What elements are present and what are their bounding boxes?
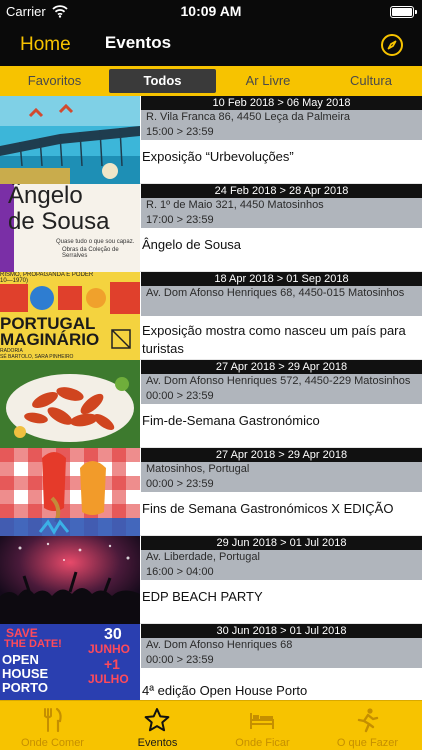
thumb-text: JULHO (88, 672, 129, 686)
tab-o-que-fazer[interactable]: O que Fazer (315, 701, 420, 750)
tab-label: Onde Comer (21, 737, 84, 749)
thumb-text: Obras da Coleção de Serralves (62, 247, 119, 259)
fork-knife-icon (44, 707, 62, 733)
event-dates: 18 Apr 2018 > 01 Sep 2018 (141, 272, 422, 286)
event-image (0, 360, 140, 448)
tab-onde-ficar[interactable]: Onde Ficar (210, 701, 315, 750)
event-image (0, 96, 140, 184)
navigation-bar: Home Eventos (0, 24, 422, 66)
event-row-urbevolucoes[interactable]: 10 Feb 2018 > 06 May 2018 R. Vila Franca… (0, 96, 422, 184)
thumb-text: +1 (104, 656, 120, 672)
event-image (0, 448, 140, 536)
event-address: Av. Dom Afonso Henriques 572, 4450-229 M… (141, 374, 422, 389)
event-image (0, 536, 140, 624)
thumb-text: de Sousa (8, 208, 110, 235)
category-tabs: Favoritos Todos Ar Livre Cultura (0, 66, 422, 96)
event-hours: 17:00 > 23:59 (141, 213, 422, 228)
bottom-tab-bar: Onde Comer Eventos Onde Ficar O que Faze… (0, 700, 422, 750)
event-title: EDP BEACH PARTY (142, 589, 263, 604)
event-dates: 10 Feb 2018 > 06 May 2018 (141, 96, 422, 110)
tab-cultura[interactable]: Cultura (320, 69, 422, 93)
star-icon (144, 708, 170, 732)
event-row-edp-beach-party[interactable]: 29 Jun 2018 > 01 Jul 2018 Av. Liberdade,… (0, 536, 422, 624)
event-title: Fim-de-Semana Gastronómico (142, 413, 320, 428)
event-dates: 29 Jun 2018 > 01 Jul 2018 (141, 536, 422, 550)
tab-eventos[interactable]: Eventos (105, 701, 210, 750)
event-row-open-house-porto[interactable]: SAVE THE DATE! OPEN HOUSE PORTO 30 JUNHO… (0, 624, 422, 700)
tab-onde-comer[interactable]: Onde Comer (0, 701, 105, 750)
thumb-text: MAGINÁRIO (0, 330, 100, 349)
thumb-text: JUNHO (88, 642, 131, 656)
event-row-angelo-de-sousa[interactable]: Ângelo de Sousa Quase tudo o que sou cap… (0, 184, 422, 272)
event-hours: 00:00 > 23:59 (141, 477, 422, 492)
event-row-fim-de-semana-gastronomico[interactable]: 27 Apr 2018 > 29 Apr 2018 Av. Dom Afonso… (0, 360, 422, 448)
thumb-text: OPEN (2, 652, 39, 667)
thumb-text: PORTO (2, 680, 48, 695)
event-hours: 00:00 > 23:59 (141, 389, 422, 404)
event-title: Fins de Semana Gastronómicos X EDIÇÃO (142, 501, 394, 516)
event-title: Exposição “Urbevoluções” (142, 149, 294, 164)
event-title: 4ª edição Open House Porto (142, 683, 308, 698)
thumb-text: 10—1970) (0, 278, 29, 284)
tab-favoritos[interactable]: Favoritos (0, 69, 109, 93)
running-person-icon (357, 708, 379, 733)
status-time: 10:09 AM (180, 3, 242, 19)
event-hours: 15:00 > 23:59 (141, 125, 422, 140)
event-title: Exposição mostra como nasceu um país par… (142, 323, 406, 356)
event-image: Ângelo de Sousa Quase tudo o que sou cap… (0, 184, 140, 272)
event-address: Av. Dom Afonso Henriques 68 (141, 638, 422, 653)
tab-label: O que Fazer (336, 737, 399, 749)
event-address: R. 1º de Maio 321, 4450 Matosinhos (141, 198, 422, 213)
home-back-button[interactable]: Home (20, 34, 71, 56)
tab-label: Eventos (137, 737, 178, 749)
event-row-fins-de-semana-gastronomicos[interactable]: 27 Apr 2018 > 29 Apr 2018 Matosinhos, Po… (0, 448, 422, 536)
bed-icon (250, 713, 274, 729)
thumb-text: Ângelo (8, 184, 83, 209)
event-address: R. Vila Franca 86, 4450 Leça da Palmeira (141, 110, 422, 125)
tab-todos[interactable]: Todos (109, 69, 216, 93)
thumb-text: THE DATE! (4, 638, 62, 650)
battery-icon (390, 6, 417, 18)
tab-ar-livre[interactable]: Ar Livre (216, 69, 320, 93)
status-bar: Carrier 10:09 AM (0, 0, 422, 24)
events-list[interactable]: 10 Feb 2018 > 06 May 2018 R. Vila Franca… (0, 96, 422, 700)
event-dates: 24 Feb 2018 > 28 Apr 2018 (141, 184, 422, 198)
event-dates: 27 Apr 2018 > 29 Apr 2018 (141, 360, 422, 374)
event-address: Av. Dom Afonso Henriques 68, 4450-015 Ma… (141, 286, 422, 301)
event-dates: 30 Jun 2018 > 01 Jul 2018 (141, 624, 422, 638)
thumb-text: Quase tudo o que sou capaz. (56, 239, 135, 245)
event-address: Matosinhos, Portugal (141, 462, 422, 477)
compass-icon[interactable] (380, 33, 404, 57)
tab-label: Onde Ficar (235, 737, 290, 749)
event-title: Ângelo de Sousa (142, 237, 242, 252)
event-dates: 27 Apr 2018 > 29 Apr 2018 (141, 448, 422, 462)
event-hours: 00:00 > 23:59 (141, 653, 422, 668)
event-address: Av. Liberdade, Portugal (141, 550, 422, 565)
event-row-portugal-imaginario[interactable]: RISMO, PROPAGANDA E PODER 10—1970) PORTU… (0, 272, 422, 360)
event-hours: 16:00 > 04:00 (141, 565, 422, 580)
event-image: RISMO, PROPAGANDA E PODER 10—1970) PORTU… (0, 272, 140, 360)
thumb-text: HOUSE (2, 666, 49, 681)
event-hours (141, 301, 422, 316)
event-image: SAVE THE DATE! OPEN HOUSE PORTO 30 JUNHO… (0, 624, 140, 700)
